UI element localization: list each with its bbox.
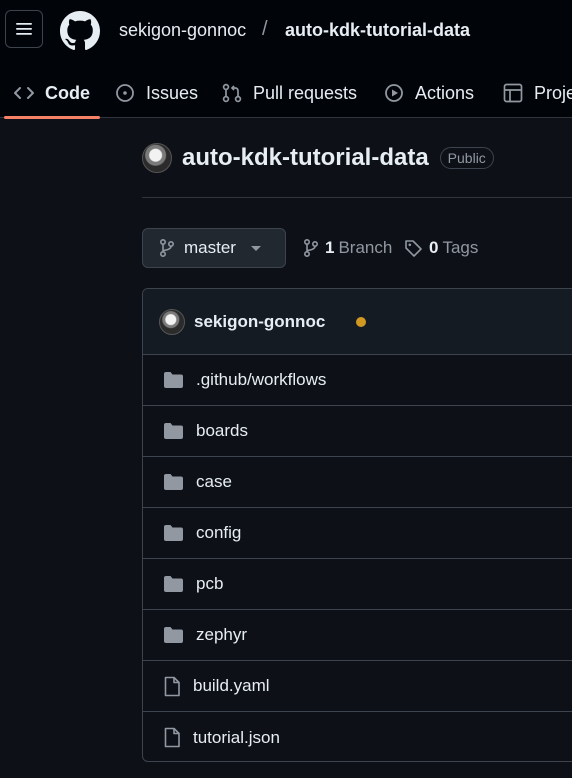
tab-issues-label: Issues [146,82,199,103]
issue-opened-icon [116,84,134,102]
table-icon [503,83,523,103]
tab-pull-requests[interactable]: Pull requests [222,68,357,118]
hamburger-icon [16,23,32,35]
file-name[interactable]: config [196,523,241,543]
file-row[interactable]: build.yaml [143,661,572,712]
git-branch-icon [304,239,319,257]
file-name[interactable]: boards [196,421,248,441]
tab-projects-label: Proje [534,82,572,103]
global-header: sekigon-gonnoc / auto-kdk-tutorial-data … [0,0,572,119]
tab-issues[interactable]: Issues [115,68,198,118]
file-icon [164,727,180,748]
tag-count: 0 [429,238,439,257]
page-title[interactable]: auto-kdk-tutorial-data [182,144,429,172]
file-row[interactable]: case [143,457,572,508]
file-list: .github/workflows boards case config pcb zeph… [143,355,572,761]
commit-status-dot[interactable] [356,316,367,327]
file-directory-icon [164,576,183,592]
tab-code-label: Code [45,82,90,103]
visibility-badge: Public [439,147,494,169]
file-row[interactable]: config [143,508,572,559]
git-pull-request-icon [222,83,242,103]
file-directory-icon [164,627,183,643]
commit-author[interactable]: sekigon-gonnoc [194,312,325,332]
avatar[interactable] [159,308,185,335]
tab-code[interactable]: Code [4,68,100,119]
branches-link[interactable]: 1 Branch [303,238,392,258]
file-row[interactable]: zephyr [143,610,572,661]
breadcrumb-separator: / [262,18,268,40]
tab-actions[interactable]: Actions [384,68,474,118]
file-name[interactable]: build.yaml [193,676,270,696]
avatar[interactable] [142,143,172,173]
file-row[interactable]: tutorial.json [143,712,572,761]
file-table: sekigon-gonnoc .github/workflows boards ca… [142,288,572,762]
chevron-down-icon [250,245,261,251]
branch-name: master [184,238,236,257]
tags-link[interactable]: 0 Tags [404,238,478,258]
git-branch-icon [160,239,175,257]
repo-link[interactable]: auto-kdk-tutorial-data [285,20,470,41]
menu-button[interactable] [5,10,43,48]
branch-select-button[interactable]: master [142,228,286,268]
file-name[interactable]: zephyr [196,625,247,645]
repo-title-block: auto-kdk-tutorial-data Public [142,143,494,173]
tag-icon [405,239,422,257]
tab-projects[interactable]: Proje [503,68,572,118]
github-logo-icon[interactable] [60,11,100,51]
file-directory-icon [164,372,183,388]
file-directory-icon [164,423,183,439]
tab-pull-requests-label: Pull requests [253,82,358,103]
latest-commit-row: sekigon-gonnoc [143,289,572,355]
code-icon [14,87,34,99]
file-directory-icon [164,525,183,541]
file-name[interactable]: pcb [196,574,223,594]
file-icon [164,676,180,696]
file-directory-icon [164,474,183,490]
file-row[interactable]: .github/workflows [143,355,572,406]
file-name[interactable]: .github/workflows [196,370,326,390]
branch-count: 1 [325,238,335,257]
divider [142,197,572,198]
tab-actions-label: Actions [415,82,475,103]
play-icon [385,84,403,102]
repo-nav: Code Issues Pull requests Actions Proje [0,68,572,119]
file-name[interactable]: tutorial.json [193,728,280,748]
tag-count-label: Tags [442,238,479,257]
file-name[interactable]: case [196,472,232,492]
file-row[interactable]: pcb [143,559,572,610]
branch-count-label: Branch [338,238,393,257]
owner-link[interactable]: sekigon-gonnoc [119,20,246,41]
file-row[interactable]: boards [143,406,572,457]
